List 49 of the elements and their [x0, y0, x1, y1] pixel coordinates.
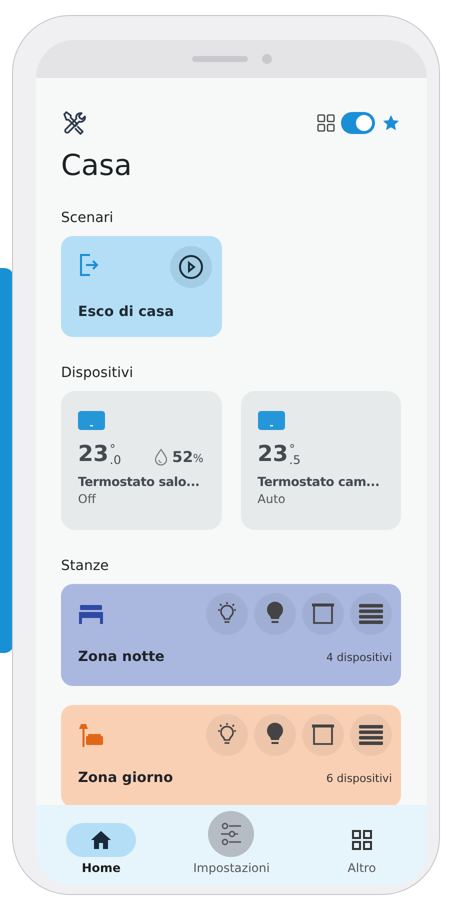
section-heading: Scenari [61, 210, 114, 226]
star-icon[interactable] [381, 113, 401, 133]
device-name: Termostato cam... [258, 474, 380, 489]
window-button[interactable] [302, 714, 344, 756]
blinds-icon [359, 603, 383, 625]
humidity-reading: 52% [172, 448, 204, 466]
sliders-icon [219, 822, 244, 846]
section-heading: Dispositivi [61, 365, 134, 381]
nav-tab[interactable]: Home [46, 823, 156, 875]
thermostat-icon [258, 411, 284, 430]
room-card[interactable]: Zona giorno 6 dispositivi [61, 705, 401, 805]
device-status: Off [78, 492, 97, 506]
bed-icon [78, 603, 104, 625]
device-name: Termostato salo... [78, 474, 200, 489]
play-button[interactable] [170, 246, 212, 288]
light-button[interactable] [206, 593, 248, 635]
camera-dot [262, 54, 272, 64]
scenario-name: Esco di casa [78, 304, 175, 320]
grid-icon [350, 829, 373, 851]
play-icon [178, 254, 204, 280]
view-toggle[interactable] [341, 112, 375, 134]
nav-tab[interactable]: Altro [306, 823, 417, 875]
section-heading: Stanze [61, 558, 110, 574]
light-button[interactable] [254, 593, 296, 635]
room-card[interactable]: Zona notte 4 dispositivi [61, 584, 401, 686]
window-icon [311, 724, 335, 746]
thermostat-icon [78, 411, 105, 430]
window-button[interactable] [302, 593, 344, 635]
grid-icon[interactable] [317, 114, 335, 132]
device-status: Auto [258, 492, 286, 506]
lamp-sofa-icon [78, 722, 104, 748]
room-name: Zona notte [78, 649, 165, 665]
device-count: 4 dispositivi [326, 651, 392, 664]
blinds-icon [359, 724, 383, 746]
home-icon [90, 830, 112, 850]
blinds-button[interactable] [350, 593, 392, 635]
light-button[interactable] [206, 714, 248, 756]
window-icon [311, 603, 335, 625]
blinds-button[interactable] [350, 714, 392, 756]
room-name: Zona giorno [78, 770, 173, 786]
drop-icon [153, 448, 170, 466]
tools-icon[interactable] [61, 110, 87, 136]
light-button[interactable] [254, 714, 296, 756]
nav-tab[interactable]: Impostazioni [176, 811, 286, 875]
speaker-slot [192, 56, 248, 62]
exit-icon [78, 252, 100, 278]
scenario-card[interactable]: Esco di casa [61, 236, 222, 337]
device-count: 6 dispositivi [326, 772, 392, 785]
page-title: Casa [61, 148, 133, 182]
